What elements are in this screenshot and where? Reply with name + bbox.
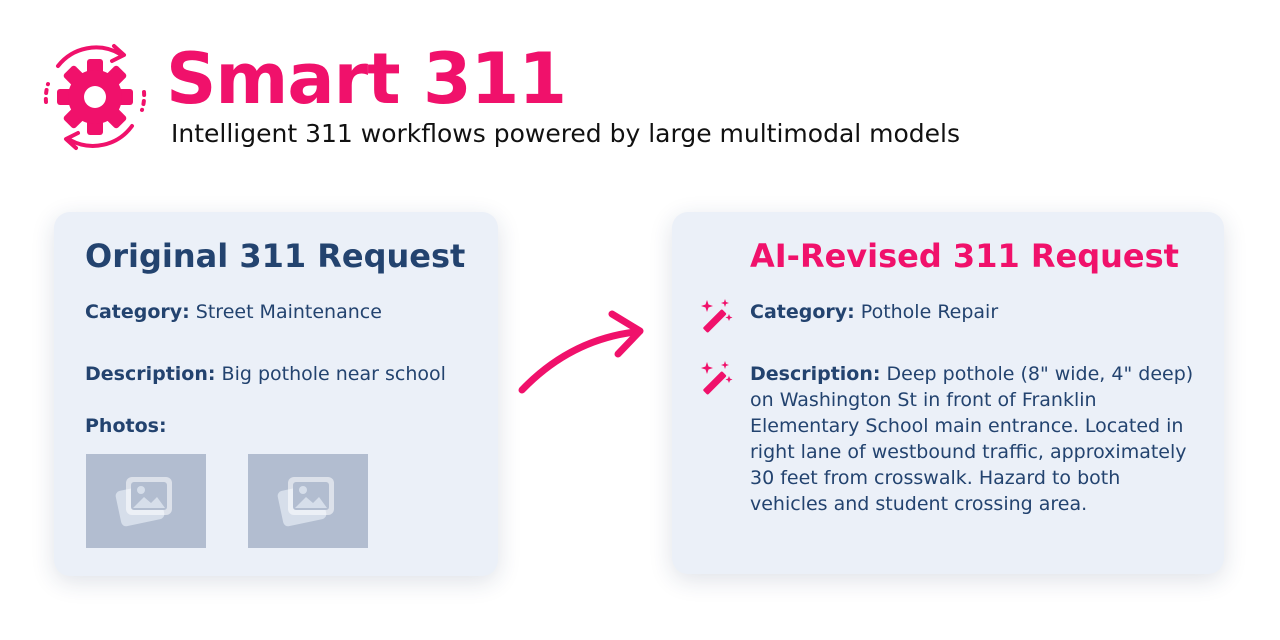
gear-cycle-icon <box>43 44 147 150</box>
image-placeholder-icon <box>277 477 334 527</box>
revised-category-label: Category: <box>750 301 855 323</box>
original-request-title: Original 311 Request <box>85 237 466 275</box>
original-description-field: Description: Big pothole near school <box>85 361 446 387</box>
magic-wand-icon <box>701 299 733 333</box>
revised-category-value: Pothole Repair <box>854 301 999 323</box>
original-category-field: Category: Street Maintenance <box>85 299 382 325</box>
photo-thumbnail[interactable] <box>86 454 206 548</box>
revised-category-field: Category: Pothole Repair <box>750 299 998 325</box>
revised-description-label: Description: <box>750 363 881 385</box>
revised-request-card: AI-Revised 311 Request Category: Pothole… <box>672 212 1224 574</box>
original-request-card: Original 311 Request Category: Street Ma… <box>54 212 498 576</box>
original-description-label: Description: <box>85 363 216 385</box>
photo-thumbnail[interactable] <box>248 454 368 548</box>
original-category-label: Category: <box>85 301 190 323</box>
image-placeholder-icon <box>115 477 172 527</box>
original-photos-label: Photos: <box>85 415 167 437</box>
magic-wand-icon <box>701 361 733 395</box>
app-subtitle: Intelligent 311 workflows powered by lar… <box>171 119 961 148</box>
revised-description-field: Description: Deep pothole (8" wide, 4" d… <box>750 361 1202 517</box>
curved-arrow-icon <box>518 310 644 394</box>
original-category-value: Street Maintenance <box>189 301 382 323</box>
revised-description-value: Deep pothole (8" wide, 4" deep) on Washi… <box>750 363 1194 515</box>
original-description-value: Big pothole near school <box>215 363 446 385</box>
revised-request-title: AI-Revised 311 Request <box>750 237 1179 275</box>
app-title: Smart 311 <box>166 38 567 120</box>
